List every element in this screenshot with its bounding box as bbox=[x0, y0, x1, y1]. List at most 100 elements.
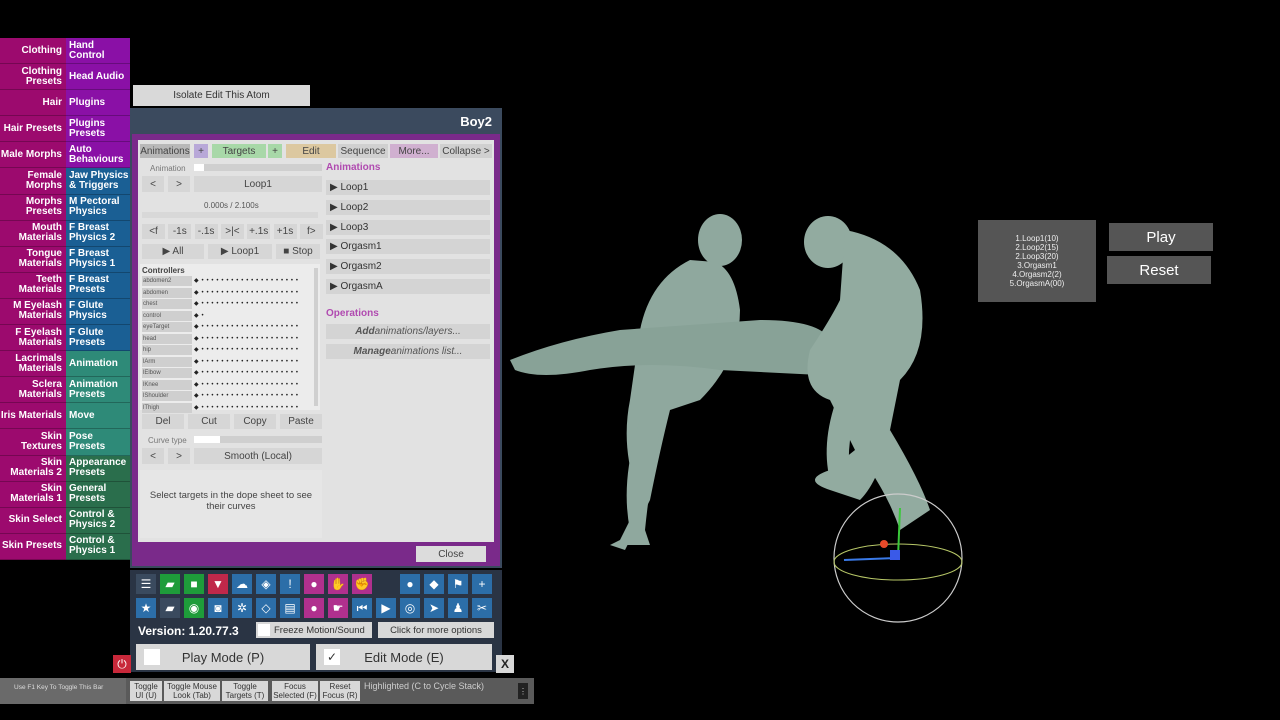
tab-right-16[interactable]: Appearance Presets bbox=[66, 455, 130, 482]
play-mode-button[interactable]: Play Mode (P) bbox=[136, 644, 310, 670]
controller-row[interactable]: lArm ◆ • • • • • • • • • • • • • • • • • … bbox=[142, 356, 314, 368]
box-open-icon[interactable]: ◇ bbox=[256, 598, 276, 618]
open-folder-icon[interactable]: ▰ bbox=[160, 598, 180, 618]
curve-type-select[interactable]: Smooth (Local) bbox=[194, 448, 322, 464]
freeze-motion-toggle[interactable]: Freeze Motion/Sound bbox=[256, 622, 372, 638]
scrub-button-5[interactable]: +1s bbox=[273, 224, 297, 239]
tab-0[interactable]: Clothing bbox=[0, 38, 66, 65]
animation-item[interactable]: ▶ Orgasm1 bbox=[326, 239, 490, 255]
screenshot-folder-icon[interactable]: ◉ bbox=[184, 598, 204, 618]
tab-2[interactable]: Hair bbox=[0, 90, 66, 117]
controller-row[interactable]: lThigh ◆ • • • • • • • • • • • • • • • • … bbox=[142, 402, 314, 414]
dope-sheet[interactable]: Controllers abdomen2 ◆ • • • • • • • • • … bbox=[140, 264, 320, 413]
tab-9[interactable]: Teeth Materials bbox=[0, 272, 66, 299]
tab-right-11[interactable]: F Glute Presets bbox=[66, 325, 130, 352]
current-animation-select[interactable]: Loop1 bbox=[194, 176, 322, 192]
controller-row[interactable]: control ◆ • bbox=[142, 310, 314, 322]
tab-16[interactable]: Skin Materials 2 bbox=[0, 455, 66, 482]
bottom-button-1[interactable]: Toggle Mouse Look (Tab) bbox=[164, 681, 220, 701]
prev-animation-button[interactable]: < bbox=[142, 176, 164, 192]
curve-type-slider[interactable] bbox=[194, 436, 322, 443]
tab-right-6[interactable]: M Pectoral Physics bbox=[66, 194, 130, 221]
tab-right-13[interactable]: Animation Presets bbox=[66, 377, 130, 404]
tab-right-15[interactable]: Pose Presets bbox=[66, 429, 130, 456]
tab-10[interactable]: M Eyelash Materials bbox=[0, 298, 66, 326]
open-scene-icon[interactable]: ▰ bbox=[160, 574, 180, 594]
tab-5[interactable]: Female Morphs bbox=[0, 168, 66, 195]
prev-curve-button[interactable]: < bbox=[142, 448, 164, 464]
package-icon[interactable]: ◈ bbox=[256, 574, 276, 594]
keyframe-track[interactable]: ◆ • • • • • • • • • • • • • • • • • • • … bbox=[194, 357, 312, 367]
tab-right-9[interactable]: F Breast Presets bbox=[66, 272, 130, 299]
keyframe-track[interactable]: ◆ • • • • • • • • • • • • • • • • • • • … bbox=[194, 276, 312, 286]
keyframe-track[interactable]: ◆ • • • • • • • • • • • • • • • • • • • … bbox=[194, 391, 312, 401]
controller-row[interactable]: head ◆ • • • • • • • • • • • • • • • • • … bbox=[142, 333, 314, 345]
time-scrubber[interactable] bbox=[142, 212, 318, 218]
tab-11[interactable]: F Eyelash Materials bbox=[0, 325, 66, 352]
play-all-button[interactable]: ▶ All bbox=[142, 244, 204, 259]
scrub-button-0[interactable]: <f bbox=[142, 224, 165, 239]
edit-mode-checkbox[interactable]: ✓ bbox=[324, 649, 340, 665]
edit-button-del[interactable]: Del bbox=[142, 414, 184, 429]
more-options-button[interactable]: Click for more options bbox=[378, 622, 494, 638]
tab-1[interactable]: Clothing Presets bbox=[0, 64, 66, 91]
scrub-button-1[interactable]: -1s bbox=[168, 224, 192, 239]
tab-8[interactable]: Tongue Materials bbox=[0, 246, 66, 273]
tab-right-19[interactable]: Control & Physics 1 bbox=[66, 533, 130, 560]
group-icon[interactable]: ♟ bbox=[448, 598, 468, 618]
controller-row[interactable]: eyeTarget ◆ • • • • • • • • • • • • • • •… bbox=[142, 322, 314, 333]
folder-icon[interactable]: ■ bbox=[184, 574, 204, 594]
bottom-button-4[interactable]: Reset Focus (R) bbox=[320, 681, 360, 701]
play-loop-button[interactable]: ▶ Loop1 bbox=[208, 244, 272, 259]
animation-item[interactable]: ▶ Loop1 bbox=[326, 180, 490, 195]
alert-icon[interactable]: ! bbox=[280, 574, 300, 594]
user-icon[interactable]: ● bbox=[400, 574, 420, 594]
tab-right-7[interactable]: F Breast Physics 2 bbox=[66, 220, 130, 247]
keyframe-track[interactable]: ◆ • bbox=[194, 311, 312, 321]
keyframe-track[interactable]: ◆ • • • • • • • • • • • • • • • • • • • … bbox=[194, 288, 312, 298]
controller-row[interactable]: lKnee ◆ • • • • • • • • • • • • • • • • •… bbox=[142, 379, 314, 391]
unity-icon[interactable]: ◆ bbox=[424, 574, 444, 594]
tab-right-4[interactable]: Auto Behaviours bbox=[66, 142, 130, 169]
bottom-menu-icon[interactable]: ⋮ bbox=[518, 683, 528, 699]
animation-item[interactable]: ▶ Orgasm2 bbox=[326, 259, 490, 275]
tools-icon[interactable]: ✂ bbox=[472, 598, 492, 618]
tab-edit[interactable]: Edit bbox=[286, 144, 336, 158]
keyframe-track[interactable]: ◆ • • • • • • • • • • • • • • • • • • • … bbox=[194, 334, 312, 344]
bottom-button-0[interactable]: Toggle UI (U) bbox=[130, 681, 162, 701]
next-curve-button[interactable]: > bbox=[168, 448, 190, 464]
animation-item[interactable]: ▶ Loop3 bbox=[326, 219, 490, 235]
cloud-icon[interactable]: ☁ bbox=[232, 574, 252, 594]
hand-icon[interactable]: ✋ bbox=[328, 574, 348, 594]
tab-right-18[interactable]: Control & Physics 2 bbox=[66, 507, 130, 534]
close-ui-button[interactable]: X bbox=[496, 655, 514, 673]
person-edit-icon[interactable]: ● bbox=[304, 598, 324, 618]
add-target-button[interactable]: + bbox=[268, 144, 282, 158]
menu-icon[interactable]: ☰ bbox=[136, 574, 156, 594]
tab-right-1[interactable]: Head Audio bbox=[66, 64, 130, 91]
animation-slider[interactable] bbox=[194, 164, 322, 171]
tab-right-5[interactable]: Jaw Physics & Triggers bbox=[66, 168, 130, 195]
keyframe-track[interactable]: ◆ • • • • • • • • • • • • • • • • • • • … bbox=[194, 345, 312, 355]
bottom-button-2[interactable]: Toggle Targets (T) bbox=[222, 681, 268, 701]
tab-right-8[interactable]: F Breast Physics 1 bbox=[66, 246, 130, 273]
bottom-button-3[interactable]: Focus Selected (F) bbox=[272, 681, 318, 701]
add-animation-button[interactable]: + bbox=[194, 144, 208, 158]
tab-18[interactable]: Skin Select bbox=[0, 507, 66, 534]
tab-15[interactable]: Skin Textures bbox=[0, 429, 66, 456]
tab-right-14[interactable]: Move bbox=[66, 403, 130, 430]
slider-handle[interactable] bbox=[194, 436, 220, 443]
tab-right-17[interactable]: General Presets bbox=[66, 481, 130, 508]
controller-row[interactable]: lShoulder ◆ • • • • • • • • • • • • • • •… bbox=[142, 391, 314, 402]
controller-row[interactable]: chest ◆ • • • • • • • • • • • • • • • • •… bbox=[142, 299, 314, 310]
save-icon[interactable]: ▼ bbox=[208, 574, 228, 594]
add-icon[interactable]: + bbox=[472, 574, 492, 594]
controller-row[interactable]: hip ◆ • • • • • • • • • • • • • • • • • •… bbox=[142, 345, 314, 356]
tab-right-3[interactable]: Plugins Presets bbox=[66, 116, 130, 143]
tab-6[interactable]: Morphs Presets bbox=[0, 194, 66, 221]
manage-animations-button[interactable]: Manage animations list... bbox=[326, 344, 490, 359]
scrub-button-4[interactable]: +.1s bbox=[247, 224, 271, 239]
isolate-edit-atom-button[interactable]: Isolate Edit This Atom bbox=[133, 85, 310, 106]
keyframe-track[interactable]: ◆ • • • • • • • • • • • • • • • • • • • … bbox=[194, 322, 312, 332]
tab-3[interactable]: Hair Presets bbox=[0, 116, 66, 143]
